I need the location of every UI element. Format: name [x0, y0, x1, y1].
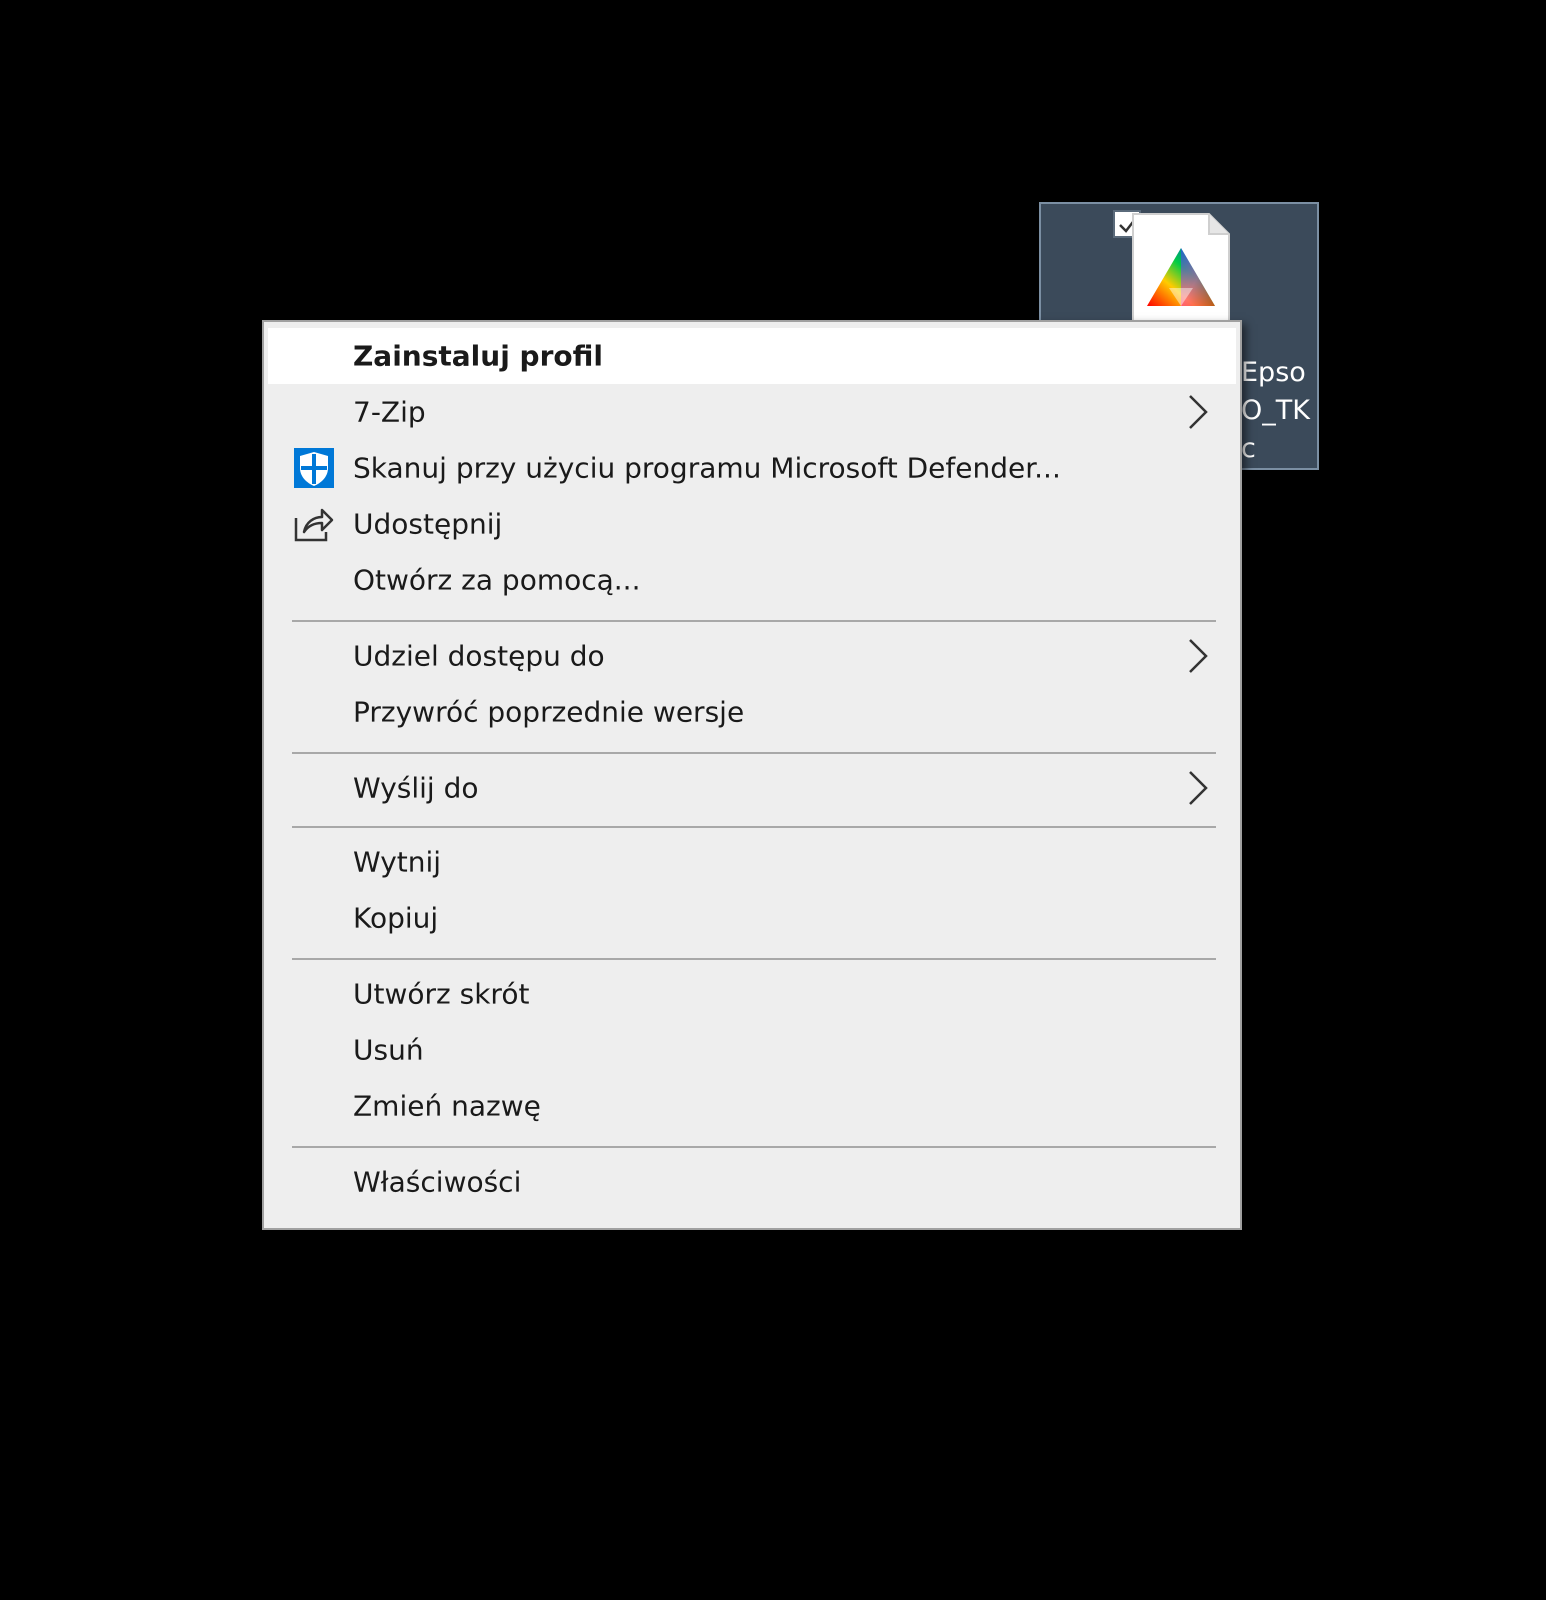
- menu-item-label: Otwórz za pomocą...: [353, 563, 641, 597]
- menu-item-7zip[interactable]: 7-Zip: [268, 384, 1236, 440]
- chevron-right-icon: [1189, 395, 1208, 429]
- menu-item-delete[interactable]: Usuń: [268, 1022, 1236, 1078]
- desktop: Epso O_TK c Zainstaluj profil 7-Zip Skan…: [0, 0, 1546, 1600]
- menu-item-rename[interactable]: Zmień nazwę: [268, 1078, 1236, 1134]
- menu-item-properties[interactable]: Właściwości: [268, 1154, 1236, 1210]
- menu-item-scan-defender[interactable]: Skanuj przy użyciu programu Microsoft De…: [268, 440, 1236, 496]
- menu-item-install-profile[interactable]: Zainstaluj profil: [268, 328, 1236, 384]
- menu-separator: [292, 620, 1216, 622]
- menu-item-create-shortcut[interactable]: Utwórz skrót: [268, 966, 1236, 1022]
- menu-item-give-access[interactable]: Udziel dostępu do: [268, 628, 1236, 684]
- chevron-right-icon: [1189, 639, 1208, 673]
- menu-item-copy[interactable]: Kopiuj: [268, 890, 1236, 946]
- chevron-right-icon: [1189, 771, 1208, 805]
- menu-item-label: Właściwości: [353, 1165, 522, 1199]
- menu-item-label: Kopiuj: [353, 901, 439, 935]
- menu-item-label: Przywróć poprzednie wersje: [353, 695, 745, 729]
- file-label: Epso O_TK c: [1241, 357, 1310, 464]
- menu-item-label: Zainstaluj profil: [353, 339, 603, 373]
- menu-item-send-to[interactable]: Wyślij do: [268, 760, 1236, 816]
- menu-separator: [292, 958, 1216, 960]
- context-menu: Zainstaluj profil 7-Zip Skanuj przy użyc…: [262, 320, 1242, 1230]
- menu-separator: [292, 752, 1216, 754]
- menu-item-restore-versions[interactable]: Przywróć poprzednie wersje: [268, 684, 1236, 740]
- menu-item-label: Udziel dostępu do: [353, 639, 605, 673]
- color-profile-file-icon: [1132, 213, 1230, 323]
- menu-item-open-with[interactable]: Otwórz za pomocą...: [268, 552, 1236, 608]
- menu-item-label: Skanuj przy użyciu programu Microsoft De…: [353, 451, 1061, 485]
- menu-item-label: Utwórz skrót: [353, 977, 530, 1011]
- menu-separator: [292, 1146, 1216, 1148]
- share-icon: [294, 508, 334, 542]
- defender-shield-icon: [294, 448, 334, 488]
- menu-separator: [292, 826, 1216, 828]
- menu-item-label: Zmień nazwę: [353, 1089, 541, 1123]
- menu-item-label: Usuń: [353, 1033, 424, 1067]
- menu-item-label: Udostępnij: [353, 507, 503, 541]
- menu-item-label: 7-Zip: [353, 395, 426, 429]
- menu-item-share[interactable]: Udostępnij: [268, 496, 1236, 552]
- menu-item-label: Wytnij: [353, 845, 442, 879]
- menu-item-label: Wyślij do: [353, 771, 479, 805]
- menu-item-cut[interactable]: Wytnij: [268, 834, 1236, 890]
